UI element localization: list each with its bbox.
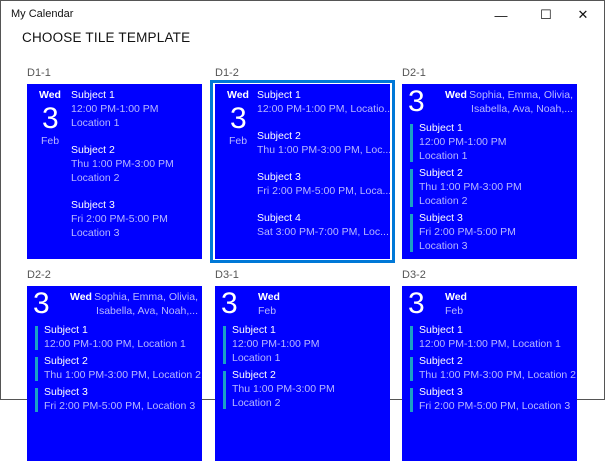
event-subject: Subject 3: [419, 386, 463, 398]
event-detail: Thu 1:00 PM-3:00 PM: [71, 158, 174, 170]
date-number: 3: [221, 287, 238, 320]
event-detail: 12:00 PM-1:00 PM, Location 1: [419, 338, 561, 350]
event-bar: [410, 124, 413, 162]
date-number: 3: [230, 102, 247, 135]
event-bar: [410, 169, 413, 207]
month-label: Feb: [41, 135, 60, 147]
event-detail: Fri 2:00 PM-5:00 PM, Location 3: [44, 400, 196, 412]
event-subject: Subject 2: [232, 369, 276, 381]
minimize-button[interactable]: —: [478, 1, 524, 29]
event-subject: Subject 2: [419, 167, 463, 179]
event-bar: [410, 388, 413, 412]
event-subject: Subject 2: [419, 355, 463, 367]
attendees: Isabella, Ava, Noah,...: [471, 103, 573, 115]
event-bar: [410, 214, 413, 252]
tile-label: D2-1: [402, 67, 426, 79]
event-detail: Location 2: [419, 194, 468, 207]
event-subject: Subject 2: [257, 130, 301, 142]
day-label: Wed: [39, 89, 61, 101]
event-detail: Location 2: [232, 396, 281, 409]
event-detail: Fri 2:00 PM-5:00 PM: [71, 213, 168, 225]
event-detail: Location 1: [71, 116, 120, 129]
event-detail: 12:00 PM-1:00 PM, Locatio...: [257, 103, 390, 115]
event-detail: 12:00 PM-1:00 PM, Location 1: [44, 338, 186, 350]
event-detail: Fri 2:00 PM-5:00 PM: [419, 226, 516, 238]
date-number: 3: [33, 287, 50, 320]
event-detail: Thu 1:00 PM-3:00 PM, Location 2: [44, 369, 202, 381]
event-detail: 12:00 PM-1:00 PM: [232, 338, 320, 350]
day-label: Wed: [227, 89, 249, 101]
event-detail: Location 1: [419, 149, 468, 162]
close-button[interactable]: ✕: [560, 1, 605, 29]
event-bar: [35, 326, 38, 350]
event-subject: Subject 3: [71, 199, 115, 211]
event-bar: [35, 388, 38, 412]
tile-label: D1-1: [27, 67, 51, 79]
event-detail: Thu 1:00 PM-3:00 PM, Loc...: [257, 144, 390, 156]
tile-d3-1[interactable]: 3 Wed Feb Subject 1 12:00 PM-1:00 PM Location…: [215, 286, 390, 461]
date-number: 3: [408, 287, 425, 320]
event-subject: Subject 1: [44, 324, 88, 336]
attendees: Sophia, Emma, Olivia,: [94, 291, 198, 303]
tile-label: D2-2: [27, 269, 51, 281]
month-label: Feb: [229, 135, 248, 147]
event-subject: Subject 2: [44, 355, 88, 367]
title-bar: My Calendar — ☐ ✕: [1, 1, 605, 29]
tile-label: D3-2: [402, 269, 426, 281]
event-detail: Sat 3:00 PM-7:00 PM, Loc...: [257, 226, 389, 238]
event-detail: Location 3: [71, 226, 120, 239]
event-subject: Subject 3: [44, 386, 88, 398]
event-subject: Subject 1: [232, 324, 276, 336]
day-label: Wed: [445, 89, 467, 101]
event-detail: Location 2: [71, 171, 120, 184]
window-title: My Calendar: [11, 8, 74, 20]
event-detail: Location 1: [232, 351, 281, 364]
page-title: CHOOSE TILE TEMPLATE: [22, 30, 191, 45]
tile-d1-2[interactable]: Wed 3 Feb Subject 1 12:00 PM-1:00 PM, Locati…: [215, 84, 390, 259]
event-detail: Fri 2:00 PM-5:00 PM, Location 3: [419, 400, 571, 412]
event-detail: 12:00 PM-1:00 PM: [419, 136, 507, 148]
event-subject: Subject 2: [71, 144, 115, 156]
event-detail: Fri 2:00 PM-5:00 PM, Loca...: [257, 185, 390, 197]
tile-label: D1-2: [215, 67, 239, 79]
day-label: Wed: [445, 291, 467, 303]
month-label: Feb: [445, 305, 464, 317]
event-bar: [223, 371, 226, 409]
event-bar: [35, 357, 38, 381]
event-bar: [223, 326, 226, 364]
event-subject: Subject 3: [257, 171, 301, 183]
event-detail: Thu 1:00 PM-3:00 PM: [419, 181, 522, 193]
date-number: 3: [408, 85, 425, 118]
event-detail: Thu 1:00 PM-3:00 PM, Location 2: [419, 369, 577, 381]
event-bar: [410, 357, 413, 381]
event-subject: Subject 1: [71, 89, 115, 101]
event-detail: Thu 1:00 PM-3:00 PM: [232, 383, 335, 395]
month-label: Feb: [258, 305, 277, 317]
event-bar: [410, 326, 413, 350]
event-subject: Subject 4: [257, 212, 301, 224]
attendees: Sophia, Emma, Olivia,: [469, 89, 573, 101]
day-label: Wed: [70, 291, 92, 303]
date-number: 3: [42, 102, 59, 135]
event-subject: Subject 1: [257, 89, 301, 101]
attendees: Isabella, Ava, Noah,...: [96, 305, 198, 317]
day-label: Wed: [258, 291, 280, 303]
tile-label: D3-1: [215, 269, 239, 281]
tile-d2-2[interactable]: 3 Wed Sophia, Emma, Olivia, Isabella, Ava, …: [27, 286, 202, 461]
event-subject: Subject 1: [419, 324, 463, 336]
tile-d1-1[interactable]: Wed 3 Feb Subject 1 12:00 PM-1:00 PM Location…: [27, 84, 202, 259]
tile-d2-1[interactable]: 3 Wed Sophia, Emma, Olivia, Isabella, Ava, …: [402, 84, 577, 259]
event-subject: Subject 1: [419, 122, 463, 134]
event-subject: Subject 3: [419, 212, 463, 224]
tile-d3-2[interactable]: 3 Wed Feb Subject 1 12:00 PM-1:00 PM, Locati…: [402, 286, 577, 461]
event-detail: 12:00 PM-1:00 PM: [71, 103, 159, 115]
event-detail: Location 3: [419, 239, 468, 252]
